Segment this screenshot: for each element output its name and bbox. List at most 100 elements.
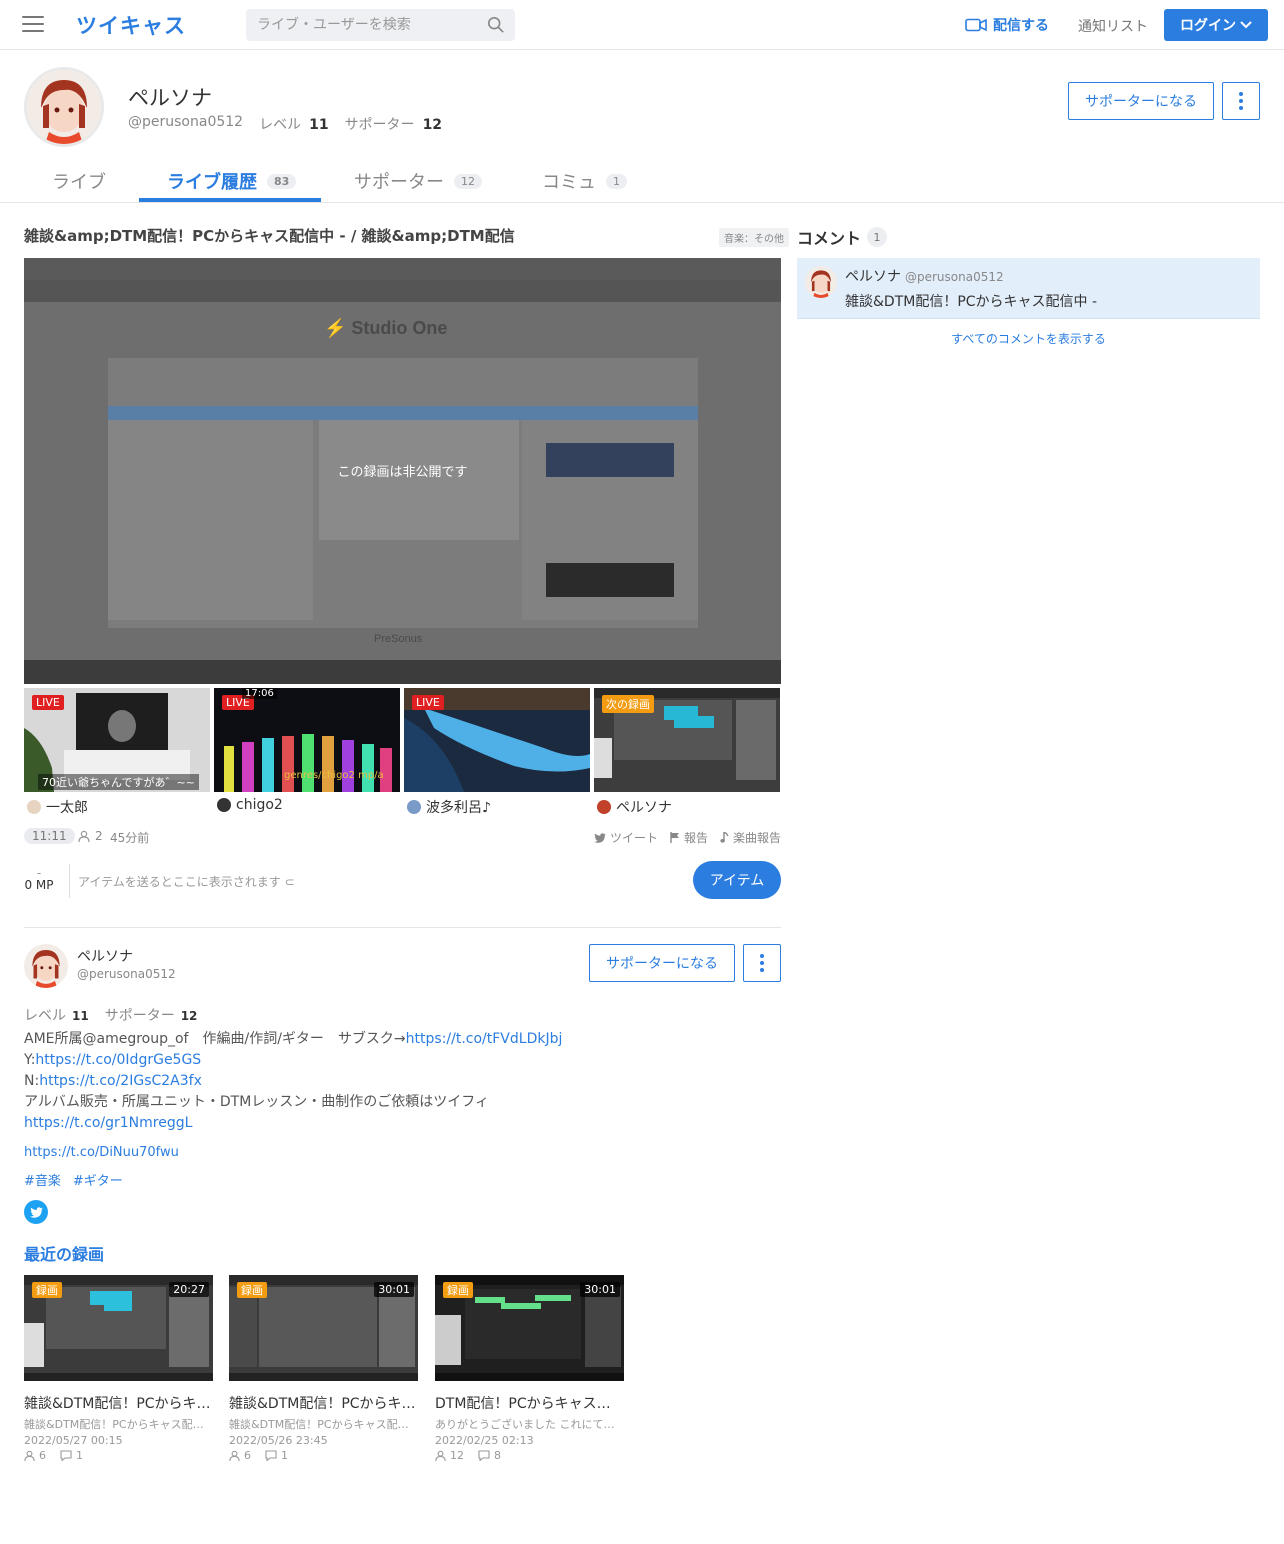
- svg-text:⚡ Studio One: ⚡ Studio One: [324, 317, 447, 339]
- tab-count: 1: [606, 173, 627, 189]
- item-button[interactable]: アイテム: [693, 861, 781, 899]
- recording-title[interactable]: 雑談&DTM配信！PCからキャス配信中 -: [229, 1393, 418, 1413]
- related-live-user[interactable]: ペルソナ: [597, 797, 672, 817]
- profile-extra-link[interactable]: https://t.co/DiNuu70fwu: [24, 1145, 179, 1160]
- become-supporter-button[interactable]: サポーターになる: [1068, 82, 1214, 120]
- related-live-user[interactable]: 波多利呂♪: [407, 797, 491, 817]
- person-icon: [229, 1450, 240, 1461]
- live-actions: ツイート 報告 楽曲報告: [593, 829, 781, 846]
- site-logo[interactable]: ツイキャス: [76, 10, 186, 40]
- comment-item: ペルソナ @perusona0512 雑談&DTM配信！PCからキャス配信中 -: [797, 258, 1260, 319]
- recording-card[interactable]: 録画 30:01 DTM配信！PCからキャス配信中 - ありがとうございました …: [435, 1275, 625, 1462]
- comment-author[interactable]: ペルソナ @perusona0512: [845, 266, 1004, 286]
- user-avatar: [217, 798, 231, 812]
- recording-meta: 12 8: [435, 1449, 625, 1462]
- profile-avatar[interactable]: [24, 67, 104, 147]
- tab-supporters[interactable]: サポーター 12: [354, 166, 482, 196]
- related-live-thumb[interactable]: LIVE 70近い爺ちゃんですがあ゛~~: [24, 688, 210, 792]
- bio-link[interactable]: https://t.co/gr1NmreggL: [24, 1115, 192, 1131]
- bio-link[interactable]: https://t.co/tFVdLDkJbj: [406, 1031, 563, 1047]
- live-stats: 11:11 2 45分前 ツイート 報告 楽曲報告: [24, 827, 781, 847]
- more-options-icon[interactable]: [1222, 82, 1260, 120]
- live-title: 雑談&amp;DTM配信！PCからキャス配信中 - / 雑談&amp;DTM配信: [24, 227, 515, 245]
- recording-card[interactable]: 録画 30:01 雑談&DTM配信！PCからキャス配信中 - 雑談&DTM配信！…: [229, 1275, 419, 1462]
- login-button[interactable]: ログイン: [1164, 9, 1268, 41]
- twitter-icon: [593, 832, 606, 843]
- recording-subtitle: 雑談&DTM配信！PCからキャス配信中 -: [24, 1418, 213, 1431]
- person-icon: [24, 1450, 35, 1461]
- more-options-icon[interactable]: [743, 944, 781, 982]
- bio-link[interactable]: https://t.co/0IdgrGe5GS: [35, 1052, 201, 1068]
- duration-badge: 11:11: [24, 828, 75, 844]
- show-all-comments-link[interactable]: すべてのコメントを表示する: [797, 330, 1260, 347]
- tab-count: 83: [267, 173, 297, 189]
- profile-meta: @perusona0512 レベル 11 サポーター 12: [128, 114, 442, 134]
- related-live-user[interactable]: 一太郎: [27, 797, 88, 817]
- recording-card[interactable]: 録画 20:27 雑談&DTM配信！PCからキャス配信中 - 雑談&DTM配信！…: [24, 1275, 214, 1462]
- items-note: アイテムを送るとここに表示されます ⊂: [78, 875, 295, 889]
- recording-thumb[interactable]: 録画 20:27: [24, 1275, 213, 1381]
- related-live-thumb[interactable]: 次の録画: [594, 688, 780, 792]
- tag-link[interactable]: #音楽: [24, 1170, 61, 1189]
- category-badge[interactable]: 音楽：その他: [719, 228, 789, 247]
- video-player[interactable]: ⚡ Studio One PreSonus この録画は非公開です: [24, 258, 781, 684]
- notify-list-link[interactable]: 通知リスト: [1078, 16, 1148, 36]
- recording-badge: 録画: [32, 1282, 62, 1298]
- flag-icon: [670, 832, 679, 843]
- comment-icon: [265, 1450, 277, 1461]
- related-live-user[interactable]: chigo2: [217, 797, 283, 813]
- thumb-caption: 70近い爺ちゃんですがあ゛~~: [38, 774, 199, 790]
- profile-level: レベル 11: [259, 117, 329, 133]
- recording-duration: 30:01: [580, 1282, 620, 1297]
- music-note-icon: [720, 832, 729, 843]
- profile-bio: AME所属@amegroup_of 作編曲/作詞/ギター サブスク→https:…: [24, 1031, 563, 1131]
- related-lives: LIVE 70近い爺ちゃんですがあ゛~~ genres/chigo2 mp/a …: [24, 688, 781, 792]
- twitter-icon[interactable]: [24, 1200, 48, 1224]
- search-icon[interactable]: [487, 16, 505, 34]
- user-avatar: [407, 800, 421, 814]
- recording-date: 2022/02/25 02:13: [435, 1434, 534, 1447]
- comment-text: 雑談&DTM配信！PCからキャス配信中 -: [845, 294, 1098, 310]
- profile-name[interactable]: ペルソナ: [77, 946, 133, 966]
- tweet-link[interactable]: ツイート: [593, 829, 658, 846]
- recording-meta: 6 1: [229, 1449, 419, 1462]
- recording-date: 2022/05/27 00:15: [24, 1434, 123, 1447]
- recording-badge: 録画: [237, 1282, 267, 1298]
- active-tab-indicator: [139, 198, 321, 202]
- broadcast-button[interactable]: 配信する: [965, 15, 1049, 35]
- live-badge: LIVE: [32, 695, 64, 710]
- become-supporter-button[interactable]: サポーターになる: [589, 944, 735, 982]
- profile-avatar-small[interactable]: [24, 944, 68, 988]
- recording-title[interactable]: DTM配信！PCからキャス配信中 -: [435, 1393, 624, 1413]
- profile-supporters: サポーター 12: [344, 117, 443, 133]
- recording-title[interactable]: 雑談&DTM配信！PCからキャス配信中 -: [24, 1393, 213, 1413]
- report-link[interactable]: 報告: [670, 829, 708, 846]
- video-camera-icon: [965, 18, 987, 32]
- related-live-thumb[interactable]: genres/chigo2 mp/a LIVE 17:06: [214, 688, 400, 792]
- bio-link[interactable]: https://t.co/2IGsC2A3fx: [39, 1073, 202, 1089]
- comments-heading: コメント 1: [797, 225, 888, 249]
- recording-thumb[interactable]: 録画 30:01: [229, 1275, 418, 1381]
- top-header: ツイキャス 配信する 通知リスト ログイン: [0, 0, 1284, 50]
- thumb-overlay-text: genres/chigo2 mp/a: [284, 770, 384, 781]
- search-input[interactable]: [246, 9, 515, 41]
- viewer-count: 2: [78, 829, 103, 843]
- profile-handle: @perusona0512: [77, 967, 176, 981]
- chevron-down-icon: [1240, 21, 1252, 29]
- thumb-clock: 17:06: [242, 688, 277, 699]
- tag-link[interactable]: #ギター: [73, 1170, 123, 1189]
- broadcast-label: 配信する: [993, 18, 1049, 34]
- recording-thumb[interactable]: 録画 30:01: [435, 1275, 624, 1381]
- comment-icon: [478, 1450, 490, 1461]
- tab-live[interactable]: ライブ: [52, 166, 106, 196]
- recording-meta: 6 1: [24, 1449, 214, 1462]
- song-report-link[interactable]: 楽曲報告: [720, 829, 781, 846]
- person-icon: [78, 830, 90, 842]
- related-live-thumb[interactable]: LIVE: [404, 688, 590, 792]
- avatar[interactable]: [805, 266, 837, 298]
- tab-community[interactable]: コミュ 1: [542, 166, 627, 196]
- profile-handle: @perusona0512: [128, 114, 244, 130]
- menu-icon[interactable]: [22, 16, 44, 34]
- comment-count: 1: [867, 227, 888, 247]
- tab-live-history[interactable]: ライブ履歴 83: [167, 166, 297, 196]
